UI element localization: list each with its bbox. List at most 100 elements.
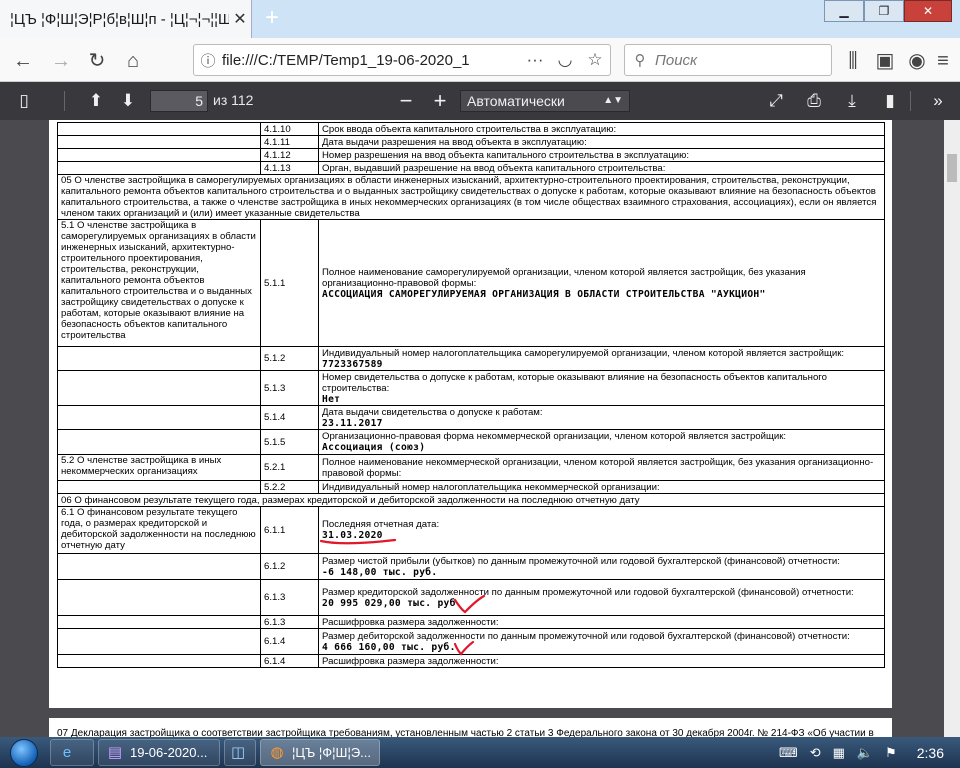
volume-icon[interactable]: 🔈: [857, 745, 873, 761]
windows-logo-icon: [10, 738, 38, 767]
home-icon[interactable]: ⌂: [120, 48, 146, 74]
forward-icon[interactable]: →: [48, 48, 74, 74]
url-text[interactable]: file:///C:/TEMP/Temp1_19-06-2020_1: [222, 52, 520, 69]
internet-explorer-icon: e: [62, 743, 72, 761]
table-row: 5.1.4 Дата выдачи свидетельства о допуск…: [57, 405, 885, 430]
section-label: 6.1 О финансовом результате текущего год…: [57, 506, 261, 554]
search-icon: ⚲: [634, 52, 646, 69]
maximize-button[interactable]: ❐: [864, 0, 904, 22]
field-value: 20 995 029,00 тыс. руб.: [322, 597, 462, 609]
search-placeholder: Поиск: [655, 51, 698, 69]
start-button[interactable]: [0, 737, 48, 768]
browser-tab[interactable]: ¦ЦЪ ¦Ф¦Ш¦Э¦Р¦б¦в¦Ш¦п - ¦Ц¦¬¦¬¦¦Щ¦Ц¦Ш¦Р ✕: [0, 0, 252, 38]
table-row: 6.1 О финансовом результате текущего год…: [57, 506, 885, 554]
bookmark-star-icon[interactable]: ☆: [580, 50, 610, 70]
network-icon[interactable]: ▦: [833, 745, 845, 761]
taskbar: e ▤ 19-06-2020... ◫ ◍ ¦ЦЪ ¦Ф¦Ш¦Э... ⌨ ⟲ …: [0, 737, 960, 768]
field-value: АССОЦИАЦИЯ САМОРЕГУЛИРУЕМАЯ ОРГАНИЗАЦИЯ …: [322, 288, 766, 300]
close-window-button[interactable]: ✕: [904, 0, 952, 22]
table-row: 4.1.10 Срок ввода объекта капитального с…: [57, 122, 885, 136]
sidebar-icon[interactable]: ▣: [872, 48, 898, 74]
pdf-page: 4.1.10 Срок ввода объекта капитального с…: [49, 120, 892, 708]
toggle-sidebar-icon[interactable]: ▯: [12, 90, 36, 112]
table-row: 5.1 О членстве застройщика в саморегулир…: [57, 219, 885, 347]
minimize-button[interactable]: ▁: [824, 0, 864, 22]
field-value: Ассоциация (союз): [322, 442, 426, 453]
archive-icon: ▤: [107, 743, 123, 761]
info-icon[interactable]: ⓘ: [194, 50, 222, 71]
account-icon[interactable]: ◉: [904, 48, 930, 74]
page-number-input[interactable]: 5: [150, 90, 208, 112]
table-row: 4.1.11 Дата выдачи разрешения на ввод об…: [57, 135, 885, 149]
zoom-value: Автоматически: [467, 93, 565, 109]
taskbar-item-winrar[interactable]: ▤ 19-06-2020...: [98, 739, 220, 766]
pdf-toolbar: ▯ ⬆ ⬇ 5 из 112 − + Автоматически ▲▼ ⤢ ⎙ …: [0, 82, 960, 120]
table-row: 6.1.2 Размер чистой прибыли (убытков) по…: [57, 553, 885, 580]
field-value: -6 148,00 тыс. руб.: [322, 566, 438, 578]
table-row: 6.1.3 Расшифровка размера задолженности:: [57, 615, 885, 629]
field-value: 4 666 160,00 тыс. руб.: [322, 641, 456, 653]
previous-page-icon[interactable]: ⬆: [84, 90, 108, 112]
presentation-mode-icon[interactable]: ⤢: [764, 90, 788, 112]
library-icon[interactable]: ⫼: [840, 48, 866, 74]
system-tray: ⌨ ⟲ ▦ 🔈 ⚑ 2:36: [773, 737, 960, 768]
new-tab-button[interactable]: +: [260, 4, 284, 32]
firefox-icon: ◍: [270, 743, 284, 761]
bookmark-icon[interactable]: ▮: [878, 90, 902, 112]
toolbar-divider: [64, 91, 65, 111]
back-icon[interactable]: ←: [10, 48, 36, 74]
window-controls: ▁ ❐ ✕: [824, 0, 952, 22]
more-dots-icon[interactable]: ···: [520, 50, 550, 70]
table-row: 6.1.4 Расшифровка размера задолженности:: [57, 654, 885, 668]
pdf-page: 07 Декларация застройщика о соответствии…: [49, 718, 892, 737]
chevron-down-icon: ▲▼: [603, 95, 623, 106]
section-header: 06 О финансовом результате текущего года…: [57, 493, 885, 507]
flag-icon[interactable]: ⚑: [885, 745, 897, 761]
field-value: 7723367589: [322, 358, 383, 370]
zoom-out-icon[interactable]: −: [394, 90, 418, 112]
ie-taskbar-button[interactable]: e: [50, 739, 94, 766]
toolbar-divider: [910, 91, 911, 111]
pocket-icon[interactable]: ◡: [550, 50, 580, 70]
taskbar-item-firefox[interactable]: ◍ ¦ЦЪ ¦Ф¦Ш¦Э...: [260, 739, 380, 766]
taskbar-item-label: 19-06-2020...: [130, 745, 208, 760]
pdf-viewer[interactable]: 4.1.10 Срок ввода объекта капитального с…: [0, 120, 960, 737]
field-value: 23.11.2017: [322, 417, 383, 429]
red-check-mark: [453, 640, 475, 656]
search-bar[interactable]: ⚲ Поиск: [624, 44, 832, 76]
url-bar[interactable]: ⓘ file:///C:/TEMP/Temp1_19-06-2020_1 ···…: [193, 44, 611, 76]
red-check-mark: [453, 594, 486, 614]
table-row: 5.2 О членстве застройщика в иных некомм…: [57, 454, 885, 481]
update-icon[interactable]: ⟲: [810, 745, 821, 761]
field-value: Нет: [322, 393, 341, 405]
navigation-bar: ← → ↻ ⌂ ⓘ file:///C:/TEMP/Temp1_19-06-20…: [0, 38, 960, 82]
menu-icon[interactable]: ≡: [930, 48, 956, 74]
download-icon[interactable]: ⤓: [840, 90, 864, 112]
tools-chevron-icon[interactable]: »: [926, 90, 950, 112]
section-label: 5.1 О членстве застройщика в саморегулир…: [57, 219, 261, 347]
next-page-icon[interactable]: ⬇: [116, 90, 140, 112]
table-row: 5.1.5 Организационно-правовая форма неко…: [57, 429, 885, 455]
page-count: из 112: [213, 92, 254, 108]
section-header: 05 О членстве застройщика в саморегулиру…: [57, 174, 885, 220]
zoom-select[interactable]: Автоматически ▲▼: [460, 90, 630, 112]
reload-icon[interactable]: ↻: [84, 48, 110, 74]
keyboard-icon[interactable]: ⌨: [779, 745, 798, 761]
zoom-in-icon[interactable]: +: [428, 90, 452, 112]
taskbar-item-app[interactable]: ◫: [224, 739, 256, 766]
table-row: 5.1.3 Номер свидетельства о допуске к ра…: [57, 370, 885, 406]
vertical-scrollbar[interactable]: [944, 120, 960, 737]
app-icon: ◫: [231, 743, 246, 761]
clock[interactable]: 2:36: [917, 745, 944, 761]
scrollbar-thumb[interactable]: [947, 154, 957, 182]
section-label: 5.2 О членстве застройщика в иных некомм…: [57, 454, 261, 481]
print-icon[interactable]: ⎙: [802, 90, 826, 112]
page-text: 07 Декларация застройщика о соответствии…: [57, 728, 874, 737]
table-row: 4.1.13 Орган, выдавший разрешение на вво…: [57, 161, 885, 175]
tab-bar: ¦ЦЪ ¦Ф¦Ш¦Э¦Р¦б¦в¦Ш¦п - ¦Ц¦¬¦¬¦¦Щ¦Ц¦Ш¦Р ✕…: [0, 0, 960, 38]
tab-title: ¦ЦЪ ¦Ф¦Ш¦Э¦Р¦б¦в¦Ш¦п - ¦Ц¦¬¦¬¦¦Щ¦Ц¦Ш¦Р: [10, 10, 229, 28]
table-row: 4.1.12 Номер разрешения на ввод объекта …: [57, 148, 885, 162]
red-underline-mark: [319, 538, 397, 545]
taskbar-item-label: ¦ЦЪ ¦Ф¦Ш¦Э...: [292, 745, 372, 760]
close-tab-icon[interactable]: ✕: [229, 9, 251, 29]
